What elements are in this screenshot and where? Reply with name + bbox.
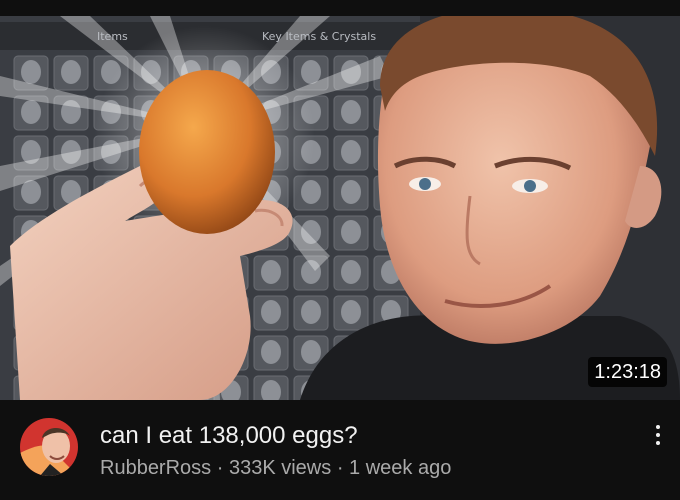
video-thumbnail[interactable]: Items Key Items & Crystals 1:23:18: [0, 16, 680, 400]
upload-age: 1 week ago: [349, 457, 452, 479]
video-title[interactable]: can I eat 138,000 eggs?: [100, 422, 358, 450]
tab-key-items-label: Key Items & Crystals: [262, 30, 377, 43]
video-info: can I eat 138,000 eggs? RubberRoss · 333…: [0, 400, 680, 500]
avatar-image: [20, 418, 78, 476]
video-meta: RubberRoss · 333K views · 1 week ago: [100, 456, 451, 480]
meta-separator: ·: [216, 457, 224, 479]
thumbnail-image: [0, 16, 680, 400]
duration-badge: 1:23:18: [588, 357, 667, 387]
egg: [139, 70, 275, 234]
tab-items-label: Items: [97, 30, 128, 43]
vertical-dots-icon[interactable]: [646, 420, 670, 450]
view-count: 333K views: [228, 457, 332, 479]
channel-name[interactable]: RubberRoss: [100, 457, 211, 479]
meta-separator: ·: [336, 457, 344, 479]
top-strip: [0, 0, 680, 16]
channel-avatar[interactable]: [20, 418, 78, 476]
